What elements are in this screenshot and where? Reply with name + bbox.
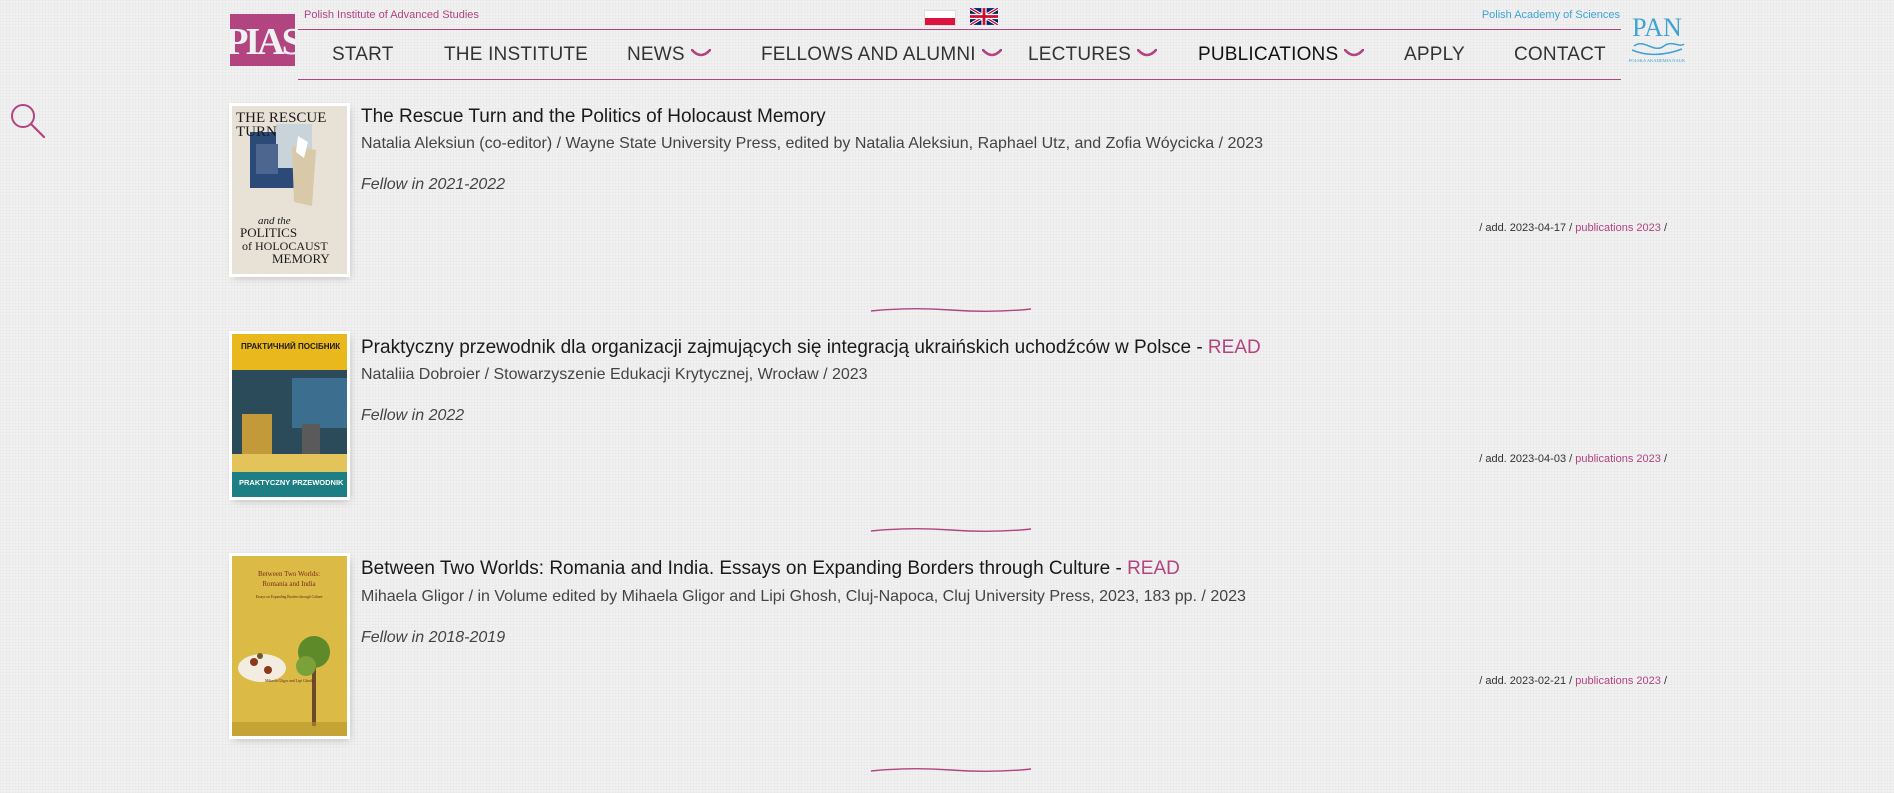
- nav-label: PUBLICATIONS: [1198, 44, 1339, 65]
- institute-name[interactable]: Polish Institute of Advanced Studies: [304, 9, 479, 21]
- polish-flag-icon[interactable]: [925, 11, 955, 25]
- publication-meta: Mihaela Gligor / in Volume edited by Mih…: [361, 588, 1246, 605]
- wave-divider: [870, 308, 1032, 312]
- nav-item-fellows-and-alumni[interactable]: FELLOWS AND ALUMNI: [761, 44, 1002, 66]
- fellow-period: Fellow in 2022: [361, 407, 465, 424]
- added-date: / add. 2023-04-03 /: [1479, 453, 1573, 465]
- pan-logo-text: PAN: [1632, 13, 1682, 42]
- chevron-down-icon: [1136, 48, 1157, 57]
- cover-text: Between Two Worlds:: [258, 570, 320, 578]
- nav-label: START: [332, 44, 394, 65]
- nav-label: LECTURES: [1028, 44, 1131, 65]
- publication-meta: Natalia Aleksiun (co-editor) / Wayne Sta…: [361, 135, 1264, 152]
- search-icon[interactable]: [8, 101, 46, 139]
- cover-text: TURN: [236, 124, 277, 140]
- book-cover-image[interactable]: ПРАКТИЧНИЙ ПОСІБНИК PRAKTYCZNY PRZEWODNI…: [232, 334, 347, 497]
- read-link[interactable]: READ: [1127, 558, 1180, 579]
- chevron-down-icon: [1344, 48, 1365, 57]
- publication-title[interactable]: The Rescue Turn and the Politics of Holo…: [361, 106, 826, 128]
- fellow-period: Fellow in 2018-2019: [361, 629, 506, 646]
- added-suffix: /: [1663, 453, 1667, 465]
- category-link[interactable]: publications 2023: [1575, 675, 1661, 687]
- book-cover-image[interactable]: Between Two Worlds: Romania and India Es…: [232, 556, 347, 736]
- publication-added-info: / add. 2023-02-21 / publications 2023 /: [1479, 675, 1667, 687]
- pias-logo-text: PIAS: [230, 21, 295, 63]
- category-link[interactable]: publications 2023: [1575, 453, 1661, 465]
- nav-item-apply[interactable]: APPLY: [1404, 44, 1465, 66]
- nav-item-news[interactable]: NEWS: [627, 44, 711, 66]
- cover-text: Romania and India: [262, 580, 316, 588]
- cover-text: ПРАКТИЧНИЙ ПОСІБНИК: [241, 342, 340, 351]
- added-date: / add. 2023-04-17 /: [1479, 222, 1573, 234]
- cover-text: Essays on Expanding Borders through Cult…: [256, 595, 323, 599]
- publication-added-info: / add. 2023-04-03 / publications 2023 /: [1479, 453, 1667, 465]
- title-text: Praktyczny przewodnik dla organizacji za…: [361, 337, 1208, 358]
- publication-title[interactable]: Between Two Worlds: Romania and India. E…: [361, 558, 1180, 580]
- nav-label: THE INSTITUTE: [444, 44, 589, 65]
- cover-text: MEMORY: [272, 251, 330, 266]
- nav-item-publications[interactable]: PUBLICATIONS: [1198, 44, 1365, 66]
- header-bottom-rule: [298, 79, 1621, 80]
- pan-logo[interactable]: PAN POLSKA AKADEMIA NAUK: [1624, 12, 1690, 66]
- cover-text: PRAKTYCZNY PRZEWODNIK: [239, 478, 344, 487]
- publication-title[interactable]: Praktyczny przewodnik dla organizacji za…: [361, 337, 1261, 359]
- added-suffix: /: [1663, 675, 1667, 687]
- fellow-period: Fellow in 2021-2022: [361, 176, 506, 193]
- english-flag-icon[interactable]: [970, 8, 998, 25]
- book-cover-image[interactable]: THE RESCUE TURN and the POLITICS of HOLO…: [232, 106, 347, 274]
- chevron-down-icon: [981, 48, 1002, 57]
- academy-name[interactable]: Polish Academy of Sciences: [1482, 9, 1620, 21]
- nav-item-start[interactable]: START: [332, 44, 394, 66]
- nav-item-lectures[interactable]: LECTURES: [1028, 44, 1157, 66]
- cover-text: POLITICS: [240, 225, 297, 240]
- publication-meta: Nataliia Dobroier / Stowarzyszenie Eduka…: [361, 366, 868, 383]
- nav-label: NEWS: [627, 44, 685, 65]
- pias-logo[interactable]: PIAS: [230, 14, 295, 66]
- nav-item-the-institute[interactable]: THE INSTITUTE: [444, 44, 588, 66]
- chevron-down-icon: [690, 48, 711, 57]
- publication-added-info: / add. 2023-04-17 / publications 2023 /: [1479, 222, 1667, 234]
- title-text: The Rescue Turn and the Politics of Holo…: [361, 106, 826, 127]
- added-suffix: /: [1663, 222, 1667, 234]
- nav-item-contact[interactable]: CONTACT: [1514, 44, 1606, 66]
- added-date: / add. 2023-02-21 /: [1479, 675, 1573, 687]
- wave-divider: [870, 528, 1032, 532]
- title-text: Between Two Worlds: Romania and India. E…: [361, 558, 1128, 579]
- pan-logo-subtext: POLSKA AKADEMIA NAUK: [1629, 58, 1686, 63]
- nav-label: APPLY: [1404, 44, 1465, 65]
- wave-divider: [870, 768, 1032, 772]
- nav-label: CONTACT: [1514, 44, 1606, 65]
- main-navigation: START THE INSTITUTE NEWS FELLOWS AND ALU…: [298, 29, 1621, 79]
- read-link[interactable]: READ: [1208, 337, 1261, 358]
- nav-label: FELLOWS AND ALUMNI: [761, 44, 976, 65]
- category-link[interactable]: publications 2023: [1575, 222, 1661, 234]
- cover-text: Mihaela Gligor and Lipi Ghosh: [265, 679, 313, 683]
